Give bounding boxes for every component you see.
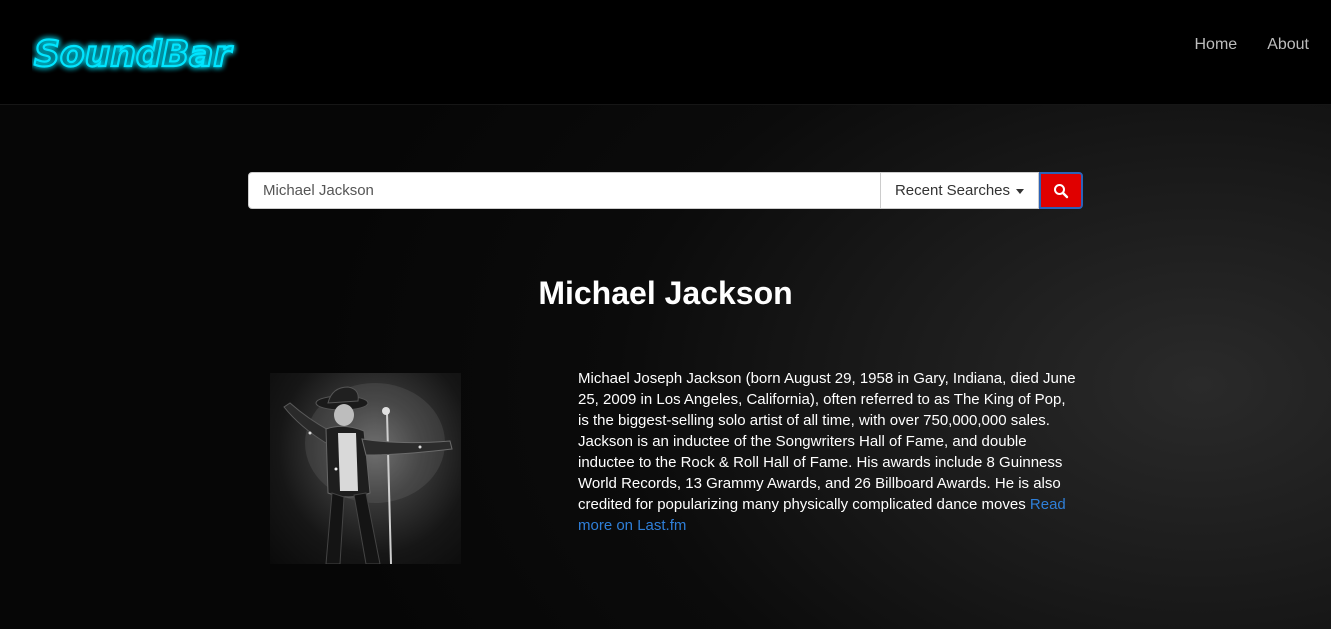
search-icon <box>1054 183 1069 198</box>
main-content: Recent Searches Michael Jackson <box>0 105 1331 629</box>
navbar: SoundBar Home About <box>0 0 1331 105</box>
artist-bio: Michael Joseph Jackson (born August 29, … <box>578 368 1078 536</box>
nav-links: Home About <box>1195 36 1310 54</box>
caret-down-icon <box>1016 189 1025 194</box>
search-input[interactable] <box>248 172 881 209</box>
artist-photo <box>270 373 461 564</box>
soundbar-logo[interactable]: SoundBar <box>32 28 252 78</box>
recent-searches-dropdown[interactable]: Recent Searches <box>881 172 1039 209</box>
artist-name: Michael Jackson <box>538 275 793 311</box>
search-bar: Recent Searches <box>248 172 1083 209</box>
search-button[interactable] <box>1039 172 1083 209</box>
nav-home-link[interactable]: Home <box>1195 36 1238 54</box>
recent-searches-label: Recent Searches <box>894 182 1011 199</box>
nav-about-link[interactable]: About <box>1267 36 1309 54</box>
artist-bio-text: Michael Joseph Jackson (born August 29, … <box>578 370 1076 513</box>
logo-text: SoundBar <box>34 34 233 75</box>
